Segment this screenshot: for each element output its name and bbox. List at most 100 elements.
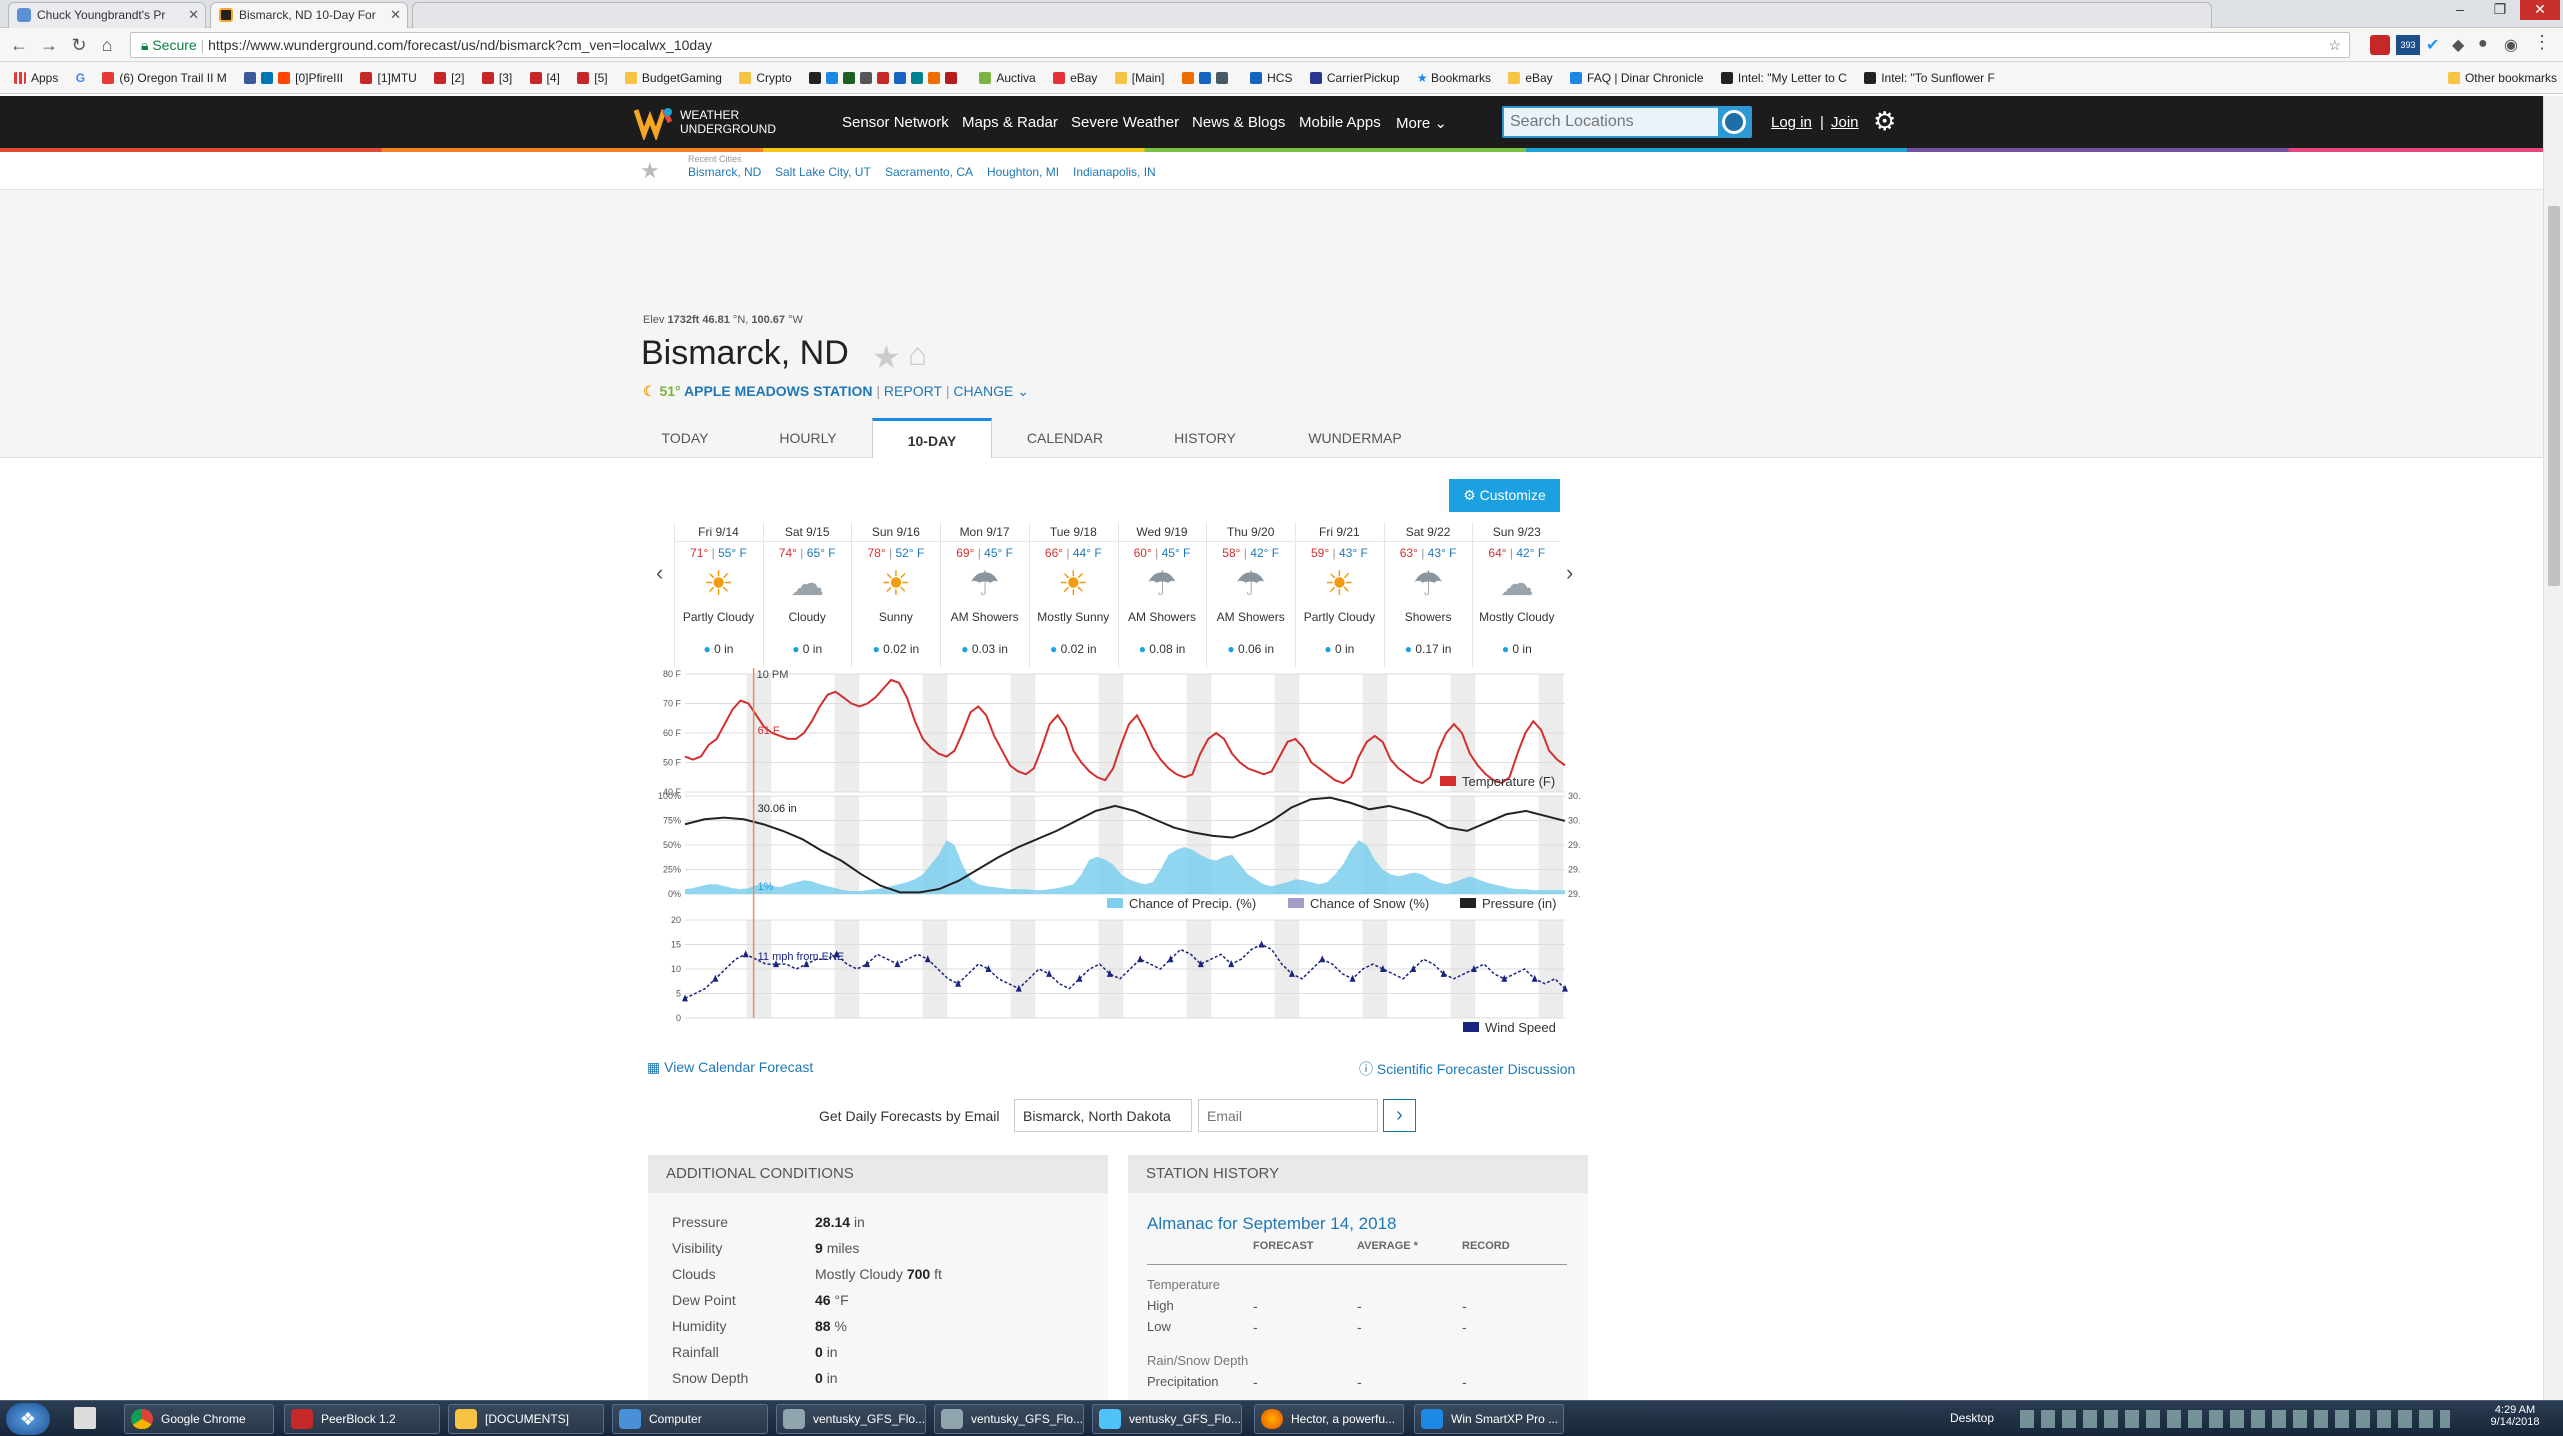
taskbar-item[interactable]: Win SmartXP Pro ... <box>1414 1404 1564 1434</box>
forecast-day[interactable]: Sat 9/15 74° | 65° F ☁︎ Cloudy ● 0 in <box>762 522 851 668</box>
submit-email-button[interactable]: › <box>1383 1099 1416 1132</box>
forecast-day[interactable]: Sun 9/23 64° | 42° F ☁︎ Mostly Cloudy ● 0 in <box>1472 522 1561 668</box>
close-icon[interactable]: ✕ <box>188 3 199 27</box>
taskbar-item[interactable]: ventusky_GFS_Flo... <box>776 1404 926 1434</box>
bookmark-folder[interactable]: [Main] <box>1114 62 1164 93</box>
back-icon[interactable]: ← <box>8 34 30 56</box>
browser-tab-active[interactable]: Bismarck, ND 10-Day For ✕ <box>210 2 408 28</box>
recent-city-link[interactable]: Houghton, MI <box>987 165 1059 179</box>
report-link[interactable]: REPORT <box>884 383 942 399</box>
home-icon[interactable]: ⌂ <box>908 336 927 373</box>
bookmark-icons-row[interactable] <box>1181 62 1233 93</box>
bookmark-folder[interactable]: BudgetGaming <box>624 62 722 93</box>
bookmark-item[interactable]: [0]PfireIII <box>244 62 343 93</box>
start-button[interactable]: ❖ <box>6 1403 50 1435</box>
nav-more[interactable]: More ⌄ <box>1396 114 1447 132</box>
nav-maps-radar[interactable]: Maps & Radar <box>962 114 1058 131</box>
close-icon[interactable]: ✕ <box>390 3 401 27</box>
gear-icon[interactable]: ⚙ <box>1873 106 1896 137</box>
reload-icon[interactable]: ↻ <box>68 34 90 56</box>
forecast-day[interactable]: Sun 9/16 78° | 52° F ☀︎ Sunny ● 0.02 in <box>851 522 940 668</box>
recent-city-link[interactable]: Indianapolis, IN <box>1073 165 1156 179</box>
bookmark-item[interactable]: Intel: "To Sunflower F <box>1864 62 1995 93</box>
bookmark-item[interactable]: [4] <box>529 62 560 93</box>
forecast-day[interactable]: Thu 9/20 58° | 42° F ☂︎ AM Showers ● 0.06 in <box>1206 522 1295 668</box>
recent-city-link[interactable]: Sacramento, CA <box>885 165 973 179</box>
almanac-link[interactable]: Almanac for September 14, 2018 <box>1147 1214 1396 1234</box>
minimize-icon[interactable]: – <box>2440 0 2480 20</box>
bookmark-item[interactable]: ★ Bookmarks <box>1417 62 1491 93</box>
nav-severe-weather[interactable]: Severe Weather <box>1071 114 1179 131</box>
bookmark-item[interactable]: [5] <box>577 62 608 93</box>
station-link[interactable]: APPLE MEADOWS STATION <box>684 383 872 399</box>
taskbar-item[interactable]: ventusky_GFS_Flo... <box>934 1404 1084 1434</box>
bookmark-apps[interactable]: Apps <box>14 62 58 93</box>
scrollbar[interactable] <box>2543 96 2563 1400</box>
star-favorite-icon[interactable]: ★ <box>640 158 660 184</box>
forecast-day[interactable]: Fri 9/21 59° | 43° F ☀︎ Partly Cloudy ● 0 in <box>1294 522 1383 668</box>
taskbar-item[interactable]: PeerBlock 1.2 <box>284 1404 440 1434</box>
bookmark-item[interactable]: [3] <box>481 62 512 93</box>
join-link[interactable]: Join <box>1831 114 1859 131</box>
nav-mobile-apps[interactable]: Mobile Apps <box>1299 114 1381 131</box>
other-bookmarks[interactable]: Other bookmarks <box>2447 62 2557 93</box>
extension-badge[interactable]: 393 <box>2396 35 2420 55</box>
extension-v-icon[interactable]: ✔ <box>2426 35 2446 55</box>
taskbar-item[interactable]: Hector, a powerfu... <box>1254 1404 1404 1434</box>
extension-icon[interactable]: ● <box>2478 35 2498 55</box>
bookmark-folder[interactable]: Crypto <box>739 62 792 93</box>
bookmark-item[interactable]: eBay <box>1053 62 1097 93</box>
customize-button[interactable]: ⚙ Customize <box>1449 479 1560 512</box>
clock[interactable]: 4:29 AM 9/14/2018 <box>2480 1404 2550 1428</box>
taskbar-item[interactable]: Computer <box>612 1404 768 1434</box>
quicklaunch-icon[interactable] <box>74 1407 96 1429</box>
recent-city-link[interactable]: Salt Lake City, UT <box>775 165 871 179</box>
nav-news-blogs[interactable]: News & Blogs <box>1192 114 1285 131</box>
forecast-day[interactable]: Sat 9/22 63° | 43° F ☂︎ Showers ● 0.17 in <box>1383 522 1472 668</box>
bookmark-item[interactable]: HCS <box>1250 62 1292 93</box>
change-link[interactable]: CHANGE ⌄ <box>953 383 1029 399</box>
forecast-day[interactable]: Tue 9/18 66° | 44° F ☀︎ Mostly Sunny ● 0.02 … <box>1028 522 1117 668</box>
forecast-day[interactable]: Fri 9/14 71° | 55° F ☀︎ Partly Cloudy ● 0 in <box>674 522 762 668</box>
desktop-toolbar[interactable]: Desktop <box>1950 1411 1994 1425</box>
browser-tab[interactable]: Chuck Youngbrandt's Pr ✕ <box>8 2 206 28</box>
locate-icon[interactable] <box>1722 110 1746 134</box>
bookmark-item[interactable]: Auctiva <box>979 62 1036 93</box>
calendar-forecast-link[interactable]: ▦ View Calendar Forecast <box>647 1059 813 1076</box>
bookmark-icons-row[interactable] <box>809 62 962 93</box>
bookmark-folder[interactable]: eBay <box>1508 62 1553 93</box>
taskbar-item[interactable]: [DOCUMENTS] <box>448 1404 604 1434</box>
forecast-day[interactable]: Mon 9/17 69° | 45° F ☂︎ AM Showers ● 0.03 in <box>940 522 1029 668</box>
bookmark-item[interactable]: (6) Oregon Trail II M <box>102 62 227 93</box>
forward-icon[interactable]: → <box>38 34 60 56</box>
forecaster-discussion-link[interactable]: ⓘ Scientific Forecaster Discussion <box>1359 1059 1575 1079</box>
tab-10-day[interactable]: 10-DAY <box>872 418 992 458</box>
tab-calendar[interactable]: CALENDAR <box>1010 418 1120 458</box>
city-field[interactable] <box>1014 1099 1192 1132</box>
extension-shield-icon[interactable]: ◆ <box>2452 35 2472 55</box>
bookmark-item[interactable]: FAQ | Dinar Chronicle <box>1570 62 1704 93</box>
search-input[interactable] <box>1504 108 1718 136</box>
email-field[interactable] <box>1198 1099 1378 1132</box>
system-tray-icons[interactable] <box>2020 1410 2450 1428</box>
maximize-icon[interactable]: ❐ <box>2480 0 2520 20</box>
tab-wundermap[interactable]: WUNDERMAP <box>1290 418 1420 458</box>
nav-sensor-network[interactable]: Sensor Network <box>842 114 949 131</box>
extension-icon[interactable]: ◉ <box>2504 35 2524 55</box>
prev-arrow-icon[interactable]: ‹ <box>656 560 663 586</box>
next-arrow-icon[interactable]: › <box>1566 560 1573 586</box>
bookmark-item[interactable]: G <box>76 62 85 93</box>
forecast-day[interactable]: Wed 9/19 60° | 45° F ☂︎ AM Showers ● 0.08 in <box>1117 522 1206 668</box>
tab-history[interactable]: HISTORY <box>1150 418 1260 458</box>
bookmark-item[interactable]: [1]MTU <box>360 62 417 93</box>
recent-city-link[interactable]: Bismarck, ND <box>688 165 761 179</box>
extension-icon[interactable] <box>2370 35 2390 55</box>
tab-hourly[interactable]: HOURLY <box>758 418 858 458</box>
bookmark-item[interactable]: Intel: "My Letter to C <box>1720 62 1847 93</box>
tab-today[interactable]: TODAY <box>640 418 730 458</box>
taskbar-item[interactable]: ventusky_GFS_Flo... <box>1092 1404 1242 1434</box>
close-window-icon[interactable]: ✕ <box>2520 0 2560 20</box>
scrollbar-thumb[interactable] <box>2548 206 2560 586</box>
wu-logo[interactable]: WEATHER UNDERGROUND <box>633 104 814 142</box>
bookmark-item[interactable]: CarrierPickup <box>1309 62 1400 93</box>
